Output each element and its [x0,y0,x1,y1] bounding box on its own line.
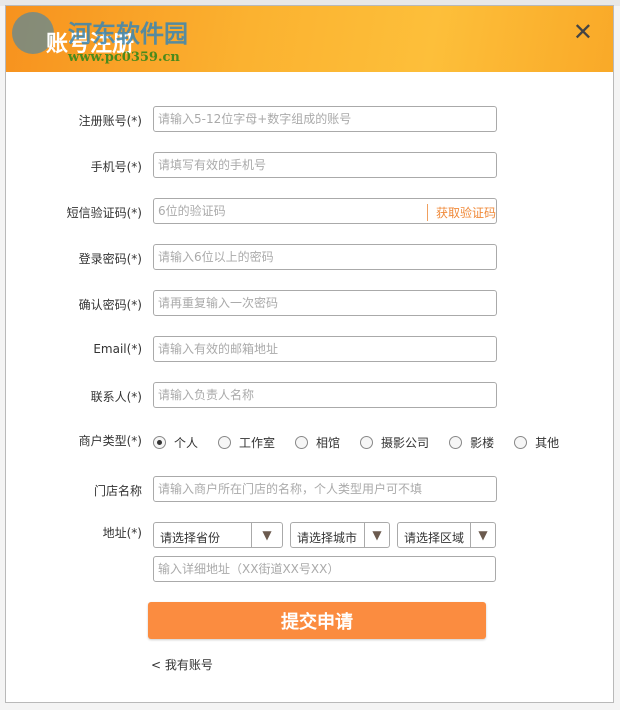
email-row: Email(*) [6,336,613,364]
email-label: Email(*) [93,342,142,356]
sms-row: 短信验证码(*) 获取验证码 [6,198,613,226]
radio-studio[interactable]: 工作室 [218,434,275,451]
phone-label: 手机号(*) [90,160,142,174]
city-value: 请选择城市 [297,531,358,545]
password-label: 登录密码(*) [78,252,142,266]
radio-photo-shop[interactable]: 相馆 [295,434,340,451]
radio-unchecked-icon [295,436,309,449]
radio-label: 摄影公司 [381,436,430,450]
radio-unchecked-icon [514,436,528,449]
contact-label: 联系人(*) [90,390,142,404]
merchant-type-label: 商户类型(*) [78,434,142,448]
radio-checked-icon [153,436,166,449]
radio-unchecked-icon [218,436,232,449]
contact-input[interactable] [153,382,497,408]
radio-other[interactable]: 其他 [514,434,559,451]
have-account-link[interactable]: < 我有账号 [151,656,213,673]
account-row: 注册账号(*) [6,106,613,134]
radio-label: 工作室 [239,436,276,450]
account-input[interactable] [153,106,497,132]
radio-personal[interactable]: 个人 [153,434,198,451]
confirm-password-label: 确认密码(*) [78,298,142,312]
store-name-input[interactable] [153,476,497,502]
store-row: 门店名称 [6,476,613,504]
close-icon[interactable]: ✕ [573,18,593,46]
city-select[interactable]: 请选择城市 ▼ [290,522,390,548]
contact-row: 联系人(*) [6,382,613,410]
radio-label: 影楼 [470,436,495,450]
radio-photo-company[interactable]: 摄影公司 [360,434,429,451]
address-detail-row [6,556,613,584]
district-select[interactable]: 请选择区域 ▼ [397,522,496,548]
province-select[interactable]: 请选择省份 ▼ [153,522,283,548]
watermark-text: 河东软件园 [68,19,188,48]
chevron-down-icon: ▼ [364,523,389,547]
chevron-down-icon: ▼ [470,523,495,547]
address-label: 地址(*) [102,526,142,540]
watermark-url: www.pc0359.cn [68,50,180,65]
sms-label: 短信验证码(*) [66,206,142,220]
address-detail-input[interactable] [153,556,496,582]
radio-unchecked-icon [360,436,374,449]
radio-label: 其他 [535,436,560,450]
radio-studio-house[interactable]: 影楼 [449,434,494,451]
email-input[interactable] [153,336,497,362]
password-row: 登录密码(*) [6,244,613,272]
submit-button[interactable]: 提交申请 [148,602,486,639]
register-dialog: 账号注册 河东软件园 www.pc0359.cn ✕ 注册账号(*) 手机号(*… [5,5,614,703]
address-row: 地址(*) 请选择省份 ▼ 请选择城市 ▼ 请选择区域 ▼ [6,522,613,550]
dialog-header: 账号注册 河东软件园 www.pc0359.cn ✕ [6,6,613,72]
radio-label: 相馆 [316,436,341,450]
radio-label: 个人 [174,436,199,450]
district-value: 请选择区域 [404,531,465,545]
store-label: 门店名称 [93,484,142,498]
password-input[interactable] [153,244,497,270]
account-label: 注册账号(*) [78,114,142,128]
confirm-password-input[interactable] [153,290,497,316]
radio-unchecked-icon [449,436,463,449]
confirm-password-row: 确认密码(*) [6,290,613,318]
phone-input[interactable] [153,152,497,178]
merchant-type-row: 商户类型(*) 个人 工作室 相馆 摄影公司 影楼 其他 [6,430,613,458]
province-value: 请选择省份 [160,531,221,545]
chevron-down-icon: ▼ [251,523,282,547]
phone-row: 手机号(*) [6,152,613,180]
get-code-button[interactable]: 获取验证码 [426,204,496,221]
